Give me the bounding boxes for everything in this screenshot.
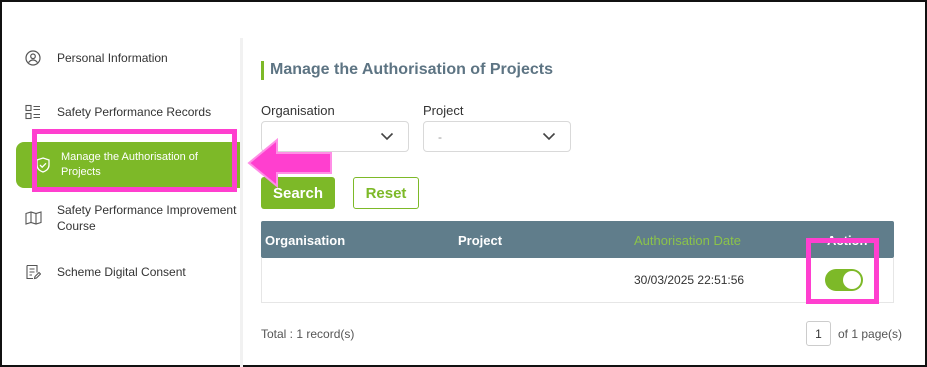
sidebar-item-scheme-digital-consent[interactable]: Scheme Digital Consent	[2, 262, 240, 282]
sidebar-divider	[240, 38, 243, 367]
user-circle-icon	[24, 49, 42, 67]
column-header-project[interactable]: Project	[458, 233, 502, 248]
sidebar-item-label-line2: Course	[57, 219, 96, 233]
sidebar-item-label-line1: Safety Performance Improvement	[57, 203, 237, 217]
page-count: of 1 page(s)	[838, 327, 903, 341]
list-icon	[24, 103, 42, 121]
sidebar-item-safety-performance-improvement[interactable]: Safety Performance Improvement Course	[2, 202, 240, 234]
highlight-box-toggle	[806, 238, 879, 304]
chevron-down-icon	[380, 132, 394, 141]
project-select-value: -	[438, 130, 442, 144]
project-select[interactable]: -	[423, 121, 571, 152]
sidebar-item-label: Safety Performance Records	[57, 105, 212, 119]
chevron-down-icon	[542, 132, 556, 141]
title-accent-bar	[261, 61, 264, 80]
document-edit-icon	[24, 263, 42, 281]
reset-button[interactable]: Reset	[353, 177, 419, 209]
table-row: 30/03/2025 22:51:56	[261, 258, 894, 303]
book-icon	[24, 209, 42, 227]
sidebar-item-personal-information[interactable]: Personal Information	[2, 48, 240, 68]
sidebar-item-label: Personal Information	[57, 51, 168, 65]
organisation-label: Organisation	[261, 103, 335, 118]
sidebar-item-label: Safety Performance Improvement Course	[57, 202, 236, 234]
page-title: Manage the Authorisation of Projects	[270, 61, 553, 78]
column-header-authorisation-date[interactable]: Authorisation Date	[634, 233, 741, 248]
project-label: Project	[423, 103, 464, 118]
arrow-left-icon	[247, 138, 332, 188]
total-records: Total : 1 record(s)	[261, 327, 355, 341]
highlight-box-sidebar	[32, 129, 237, 192]
table-header: Organisation Project Authorisation Date …	[261, 221, 894, 258]
cell-authorisation-date: 30/03/2025 22:51:56	[634, 273, 745, 287]
sidebar-item-label: Scheme Digital Consent	[57, 265, 186, 279]
column-header-organisation[interactable]: Organisation	[265, 233, 345, 248]
sidebar-item-safety-performance-records[interactable]: Safety Performance Records	[2, 102, 240, 122]
page-number-input[interactable]: 1	[806, 321, 831, 346]
